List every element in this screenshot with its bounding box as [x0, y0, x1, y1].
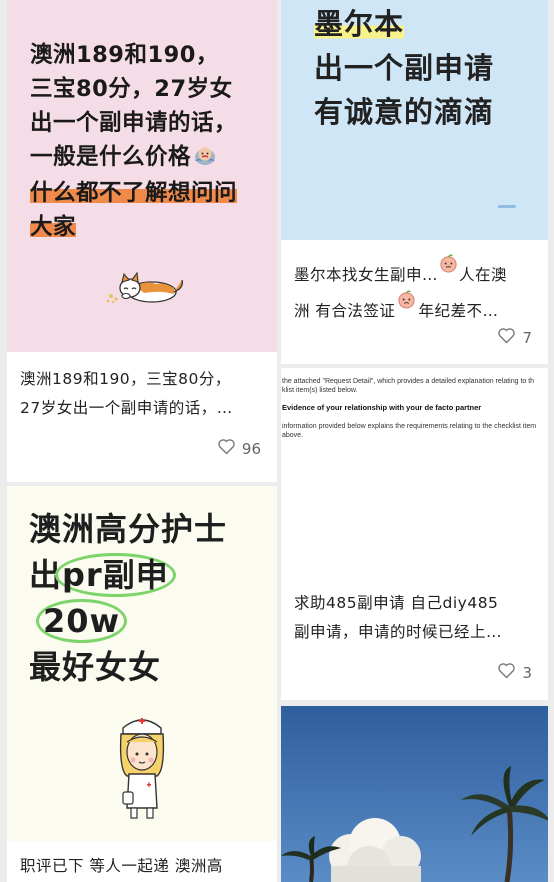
- crying-face-icon: [193, 142, 217, 176]
- palm-tree-icon: [281, 836, 341, 882]
- note-card-4[interactable]: 澳洲高分护士 出pr副申 20w 最好女女 职评已下 等人一起递 澳洲高: [7, 486, 277, 882]
- decorative-dash: [498, 205, 516, 208]
- cover-line: 澳洲高分护士: [29, 510, 228, 548]
- cover-line: 出一个副申请: [314, 51, 495, 85]
- cover-line: 出pr副申: [29, 552, 227, 598]
- like-count: 7: [522, 328, 532, 347]
- note-title[interactable]: 求助485副申请 自己diy485 副申请，申请的时候已经上…: [294, 589, 536, 647]
- doc-text-line: above.: [282, 432, 304, 439]
- heart-icon: [497, 662, 516, 683]
- cover-line: 有诚意的滴滴: [314, 95, 495, 129]
- cover-line: 出一个副申请的话，: [30, 110, 238, 136]
- note-cover[interactable]: [281, 706, 548, 882]
- cover-line: 澳洲189和190，: [30, 42, 219, 68]
- title-line: 27岁女出一个副申请的话，…: [20, 399, 233, 417]
- note-cover[interactable]: 澳洲189和190， 三宝80分，27岁女 出一个副申请的话， 一般是什么价格 …: [7, 0, 277, 352]
- note-title[interactable]: 澳洲189和190，三宝80分， 27岁女出一个副申请的话，…: [20, 365, 265, 423]
- cover-text: 澳洲189和190， 三宝80分，27岁女 出一个副申请的话， 一般是什么价格 …: [30, 38, 238, 244]
- nurse-icon: [113, 714, 171, 824]
- note-card-2[interactable]: 墨尔本 出一个副申请 有诚意的滴滴 墨尔本找女生副申… 人在澳 洲 有合法签证 年纪…: [281, 0, 548, 364]
- cover-line: 三宝80分，27岁女: [30, 76, 233, 102]
- cover-line: 什么都不了解想问问: [30, 180, 238, 206]
- title-line: 职评已下 等人一起递 澳洲高: [20, 857, 223, 875]
- doc-text-line: klist item(s) listed below.: [282, 387, 358, 394]
- heart-icon: [497, 327, 516, 348]
- peach-face-icon: [397, 290, 416, 319]
- note-title[interactable]: 墨尔本找女生副申… 人在澳 洲 有合法签证 年纪差不…: [294, 254, 536, 326]
- peach-face-icon: [439, 254, 458, 283]
- like-count: 96: [241, 439, 261, 458]
- like-button[interactable]: 96: [217, 438, 261, 459]
- title-line: 副申请，申请的时候已经上…: [294, 623, 503, 641]
- cover-text: 墨尔本 出一个副申请 有诚意的滴滴: [314, 2, 494, 134]
- note-card-3[interactable]: the attached "Request Detail", which pro…: [281, 368, 548, 700]
- title-line: 墨尔本找女生副申… 人在澳: [294, 254, 536, 290]
- cover-line: 最好女女: [29, 648, 162, 686]
- cover-line: 墨尔本: [314, 7, 405, 41]
- note-card-1[interactable]: 澳洲189和190， 三宝80分，27岁女 出一个副申请的话， 一般是什么价格 …: [7, 0, 277, 482]
- cover-line: 大家: [30, 214, 77, 240]
- palm-tree-icon: [461, 766, 548, 882]
- doc-text-line: information provided below explains the …: [282, 423, 537, 430]
- cover-text: 澳洲高分护士 出pr副申 20w 最好女女: [29, 506, 227, 690]
- cover-line: 20w: [29, 598, 227, 644]
- title-line: 求助485副申请 自己diy485: [294, 594, 499, 612]
- title-line: 澳洲189和190，三宝80分，: [20, 370, 231, 388]
- like-button[interactable]: 3: [497, 662, 532, 683]
- heart-icon: [217, 438, 236, 459]
- note-cover[interactable]: 墨尔本 出一个副申请 有诚意的滴滴: [281, 0, 548, 240]
- title-line: 洲 有合法签证 年纪差不…: [294, 290, 536, 326]
- note-title[interactable]: 职评已下 等人一起递 澳洲高: [20, 852, 265, 881]
- note-card-5[interactable]: [281, 706, 548, 882]
- doc-heading: Evidence of your relationship with your …: [282, 403, 482, 412]
- doc-text-line: the attached "Request Detail", which pro…: [282, 378, 535, 385]
- note-cover[interactable]: 澳洲高分护士 出pr副申 20w 最好女女: [7, 486, 277, 841]
- like-button[interactable]: 7: [497, 327, 532, 348]
- like-count: 3: [522, 663, 532, 682]
- note-cover[interactable]: the attached "Request Detail", which pro…: [281, 368, 548, 578]
- cover-line: 一般是什么价格: [30, 140, 237, 176]
- cat-icon: [104, 262, 184, 310]
